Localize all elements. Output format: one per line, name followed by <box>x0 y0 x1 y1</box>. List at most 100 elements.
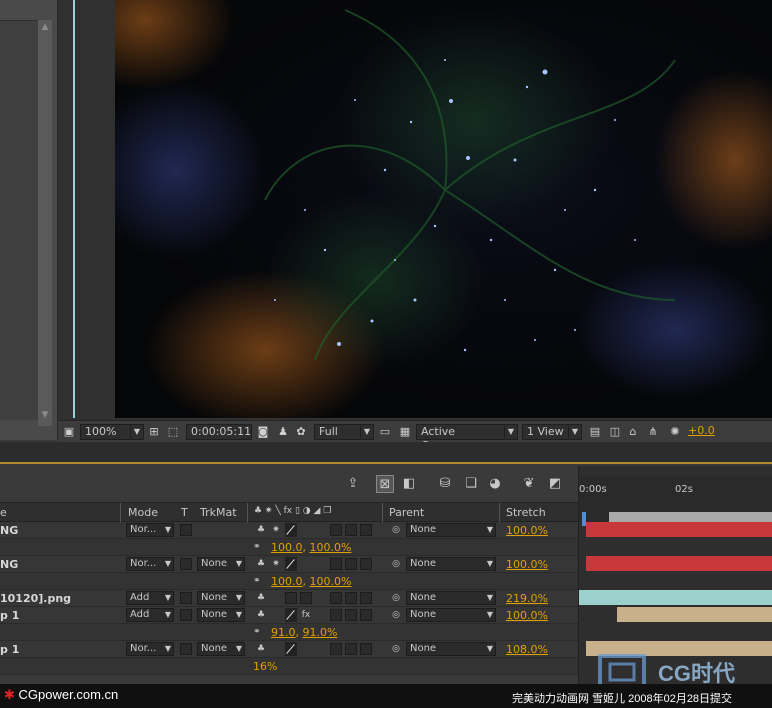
switch-box[interactable] <box>345 558 357 570</box>
magnification-arrow-icon[interactable]: ▼ <box>130 424 144 440</box>
view-layout-dropdown[interactable]: 1 View <box>522 424 572 440</box>
show-snapshot-icon[interactable]: ♟ <box>276 425 290 439</box>
quality-toggle[interactable] <box>285 557 297 571</box>
scale-value[interactable]: 91.0, 91.0% <box>271 626 337 639</box>
camera-view-arrow-icon[interactable]: ▼ <box>504 424 518 440</box>
switch-box[interactable] <box>330 609 342 621</box>
collapse-icon[interactable]: ✷ <box>270 524 282 536</box>
t-header[interactable]: T <box>181 506 188 519</box>
shy-icon[interactable]: ♣ <box>255 558 267 570</box>
stretch-header[interactable]: Stretch <box>506 506 546 519</box>
timeline-icon[interactable]: ◫ <box>608 425 622 439</box>
pick-whip-icon[interactable]: ◎ <box>390 643 402 655</box>
camera-view-dropdown[interactable]: Active Camera <box>416 424 506 452</box>
pick-whip-icon[interactable]: ◎ <box>390 609 402 621</box>
shy-icon[interactable]: ♣ <box>255 524 267 536</box>
opacity-value[interactable]: 16% <box>253 660 277 673</box>
stretch-value[interactable]: 100.0% <box>506 558 548 571</box>
graph-editor-icon[interactable]: ◩ <box>546 475 564 493</box>
exposure-icon[interactable]: ✺ <box>668 425 682 439</box>
switch-box[interactable] <box>360 609 372 621</box>
trkmat-dropdown[interactable]: None ▼ <box>197 608 245 622</box>
scroll-down-icon[interactable]: ▼ <box>40 410 50 420</box>
trkmat-dropdown[interactable]: None ▼ <box>197 642 245 656</box>
time-ruler[interactable]: 0:00s 02s <box>579 476 772 526</box>
layer-duration-bar[interactable] <box>586 556 772 571</box>
parent-dropdown[interactable]: None ▼ <box>406 642 496 656</box>
effects-icon[interactable]: fx <box>300 609 312 621</box>
resolution-dropdown[interactable]: Full <box>314 424 364 440</box>
switch-box[interactable] <box>345 524 357 536</box>
shy-icon[interactable]: ♣ <box>255 592 267 604</box>
preserve-transparency-toggle[interactable] <box>180 558 192 570</box>
switch-box[interactable] <box>300 592 312 604</box>
preserve-transparency-toggle[interactable] <box>180 609 192 621</box>
switch-box[interactable] <box>360 643 372 655</box>
source-name-header[interactable]: e <box>0 506 7 519</box>
stretch-value[interactable]: 100.0% <box>506 609 548 622</box>
pick-whip-icon[interactable]: ◎ <box>390 558 402 570</box>
layer-row[interactable]: p 1 Nor... ▼ None ▼ ♣ ◎ None ▼ 108.0% <box>0 641 578 658</box>
pick-whip-icon[interactable]: ◎ <box>390 592 402 604</box>
mode-dropdown[interactable]: Add ▼ <box>126 591 174 605</box>
pick-whip-icon[interactable]: ◎ <box>390 524 402 536</box>
motion-blur-icon[interactable]: ❏ <box>462 475 480 493</box>
current-time-display[interactable]: 0:00:05:11 <box>186 424 252 440</box>
brainstorm-icon[interactable]: ◕ <box>486 475 504 493</box>
trkmat-header[interactable]: TrkMat <box>200 506 237 519</box>
always-preview-icon[interactable]: ▣ <box>62 425 76 439</box>
layer-row[interactable]: NG Nor... ▼ ♣ ✷ ◎ None ▼ 100.0% <box>0 522 578 539</box>
transparency-grid-icon[interactable]: ▦ <box>398 425 412 439</box>
switch-box[interactable] <box>330 558 342 570</box>
project-list[interactable] <box>0 20 38 420</box>
preserve-transparency-toggle[interactable] <box>180 592 192 604</box>
quality-toggle[interactable] <box>285 523 297 537</box>
switch-box[interactable] <box>345 592 357 604</box>
panel-separator[interactable] <box>0 442 772 464</box>
auto-keyframe-icon[interactable]: ❦ <box>520 475 538 493</box>
magnification-dropdown[interactable]: 100% <box>80 424 134 440</box>
preserve-transparency-toggle[interactable] <box>180 524 192 536</box>
parent-header[interactable]: Parent <box>389 506 424 519</box>
switch-box[interactable] <box>330 592 342 604</box>
scale-link-icon[interactable]: ⚭ <box>253 627 265 638</box>
switch-box[interactable] <box>360 558 372 570</box>
camera-icon[interactable]: ◙ <box>256 425 270 439</box>
resolution-arrow-icon[interactable]: ▼ <box>360 424 374 440</box>
scroll-up-icon[interactable]: ▲ <box>40 22 50 32</box>
safe-margins-icon[interactable]: ⊞ <box>147 425 161 439</box>
draft-3d-icon[interactable]: ⊠ <box>376 475 394 493</box>
parent-dropdown[interactable]: None ▼ <box>406 608 496 622</box>
scale-link-icon[interactable]: ⚭ <box>253 542 265 553</box>
scale-link-icon[interactable]: ⚭ <box>253 576 265 587</box>
parent-dropdown[interactable]: None ▼ <box>406 591 496 605</box>
mode-dropdown[interactable]: Nor... ▼ <box>126 557 174 571</box>
stretch-value[interactable]: 108.0% <box>506 643 548 656</box>
layer-duration-bar[interactable] <box>586 522 772 537</box>
project-scrollbar[interactable]: ▲ ▼ <box>38 20 52 426</box>
stretch-value[interactable]: 100.0% <box>506 524 548 537</box>
shy-icon[interactable]: ♣ <box>255 643 267 655</box>
scale-value[interactable]: 100.0, 100.0% <box>271 575 351 588</box>
shy-icon[interactable]: ♣ <box>255 609 267 621</box>
comp-flowchart-icon[interactable]: ⌂ <box>626 425 640 439</box>
layer-row[interactable]: NG Nor... ▼ None ▼ ♣ ✷ ◎ None ▼ 100.0% <box>0 556 578 573</box>
toggle-pixel-aspect-icon[interactable]: ▤ <box>588 425 602 439</box>
exposure-value[interactable]: +0.0 <box>688 424 715 440</box>
view-layout-arrow-icon[interactable]: ▼ <box>568 424 582 440</box>
layer-duration-bar[interactable] <box>579 590 772 605</box>
composition-canvas[interactable] <box>115 0 772 418</box>
hide-shy-layers-icon[interactable]: ◧ <box>400 475 418 493</box>
switch-box[interactable] <box>345 643 357 655</box>
region-of-interest-icon[interactable]: ⬚ <box>166 425 180 439</box>
parent-dropdown[interactable]: None ▼ <box>406 523 496 537</box>
preserve-transparency-toggle[interactable] <box>180 643 192 655</box>
mode-header[interactable]: Mode <box>128 506 158 519</box>
quality-toggle[interactable] <box>285 608 297 622</box>
quality-toggle[interactable] <box>285 642 297 656</box>
comp-mini-flowchart-icon[interactable]: ⇪ <box>344 475 362 493</box>
scale-value[interactable]: 100.0, 100.0% <box>271 541 351 554</box>
stretch-value[interactable]: 219.0% <box>506 592 548 605</box>
trkmat-dropdown[interactable]: None ▼ <box>197 557 245 571</box>
flowchart-icon[interactable]: ⋔ <box>646 425 660 439</box>
